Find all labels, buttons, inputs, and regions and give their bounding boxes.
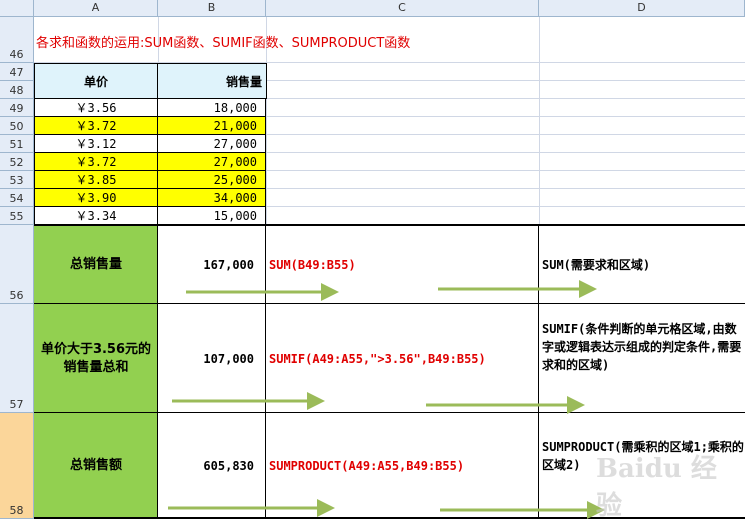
baidu-watermark: Baidu 经验 xyxy=(596,454,717,521)
arrow-overlay xyxy=(168,280,605,519)
